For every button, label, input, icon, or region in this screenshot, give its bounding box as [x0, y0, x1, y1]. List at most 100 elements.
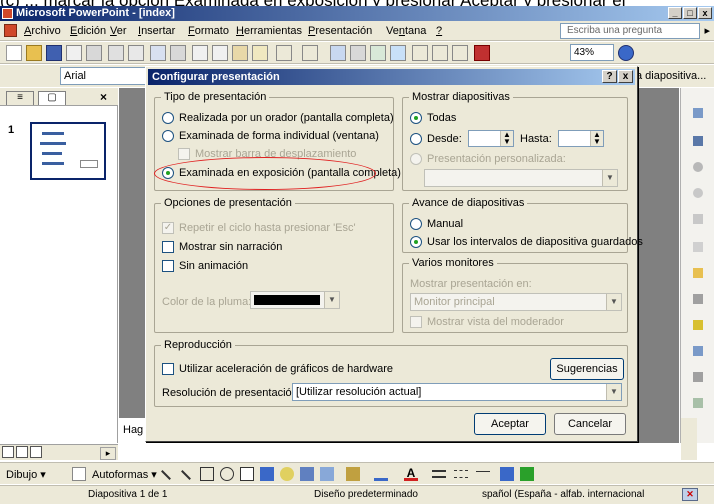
- insert-table-icon[interactable]: [350, 45, 366, 61]
- layout-icon[interactable]: [693, 346, 703, 356]
- undo-icon[interactable]: [276, 45, 292, 61]
- layout-icon[interactable]: [693, 320, 703, 330]
- tab-outline[interactable]: ≡: [6, 91, 34, 105]
- expand-all-icon[interactable]: [412, 45, 428, 61]
- layout-icon[interactable]: [693, 162, 703, 172]
- layout-icon[interactable]: [693, 214, 703, 224]
- checkbox-box[interactable]: [162, 260, 174, 272]
- checkbox-box[interactable]: [162, 363, 174, 375]
- paste-icon[interactable]: [232, 45, 248, 61]
- radio-circle[interactable]: [162, 112, 174, 124]
- radio-circle-selected[interactable]: [162, 167, 174, 179]
- help-question-box[interactable]: Escriba una pregunta: [560, 23, 700, 39]
- dialog-close-button[interactable]: x: [618, 70, 633, 83]
- slideshow-view-icon[interactable]: [30, 446, 42, 458]
- menu-ver[interactable]: Ver: [110, 25, 127, 37]
- menu-ayuda[interactable]: ?: [436, 25, 442, 37]
- radio-circle[interactable]: [410, 153, 422, 165]
- radio-circle[interactable]: [410, 218, 422, 230]
- new-slide-button[interactable]: a diapositiva...: [636, 67, 714, 85]
- layout-icon[interactable]: [693, 294, 703, 304]
- diagram-icon[interactable]: [280, 467, 294, 481]
- show-formatting-icon[interactable]: [432, 45, 448, 61]
- zoom-select[interactable]: 43%: [570, 44, 614, 61]
- arrow-style-icon[interactable]: [476, 471, 490, 479]
- oval-icon[interactable]: [220, 467, 234, 481]
- close-pane-icon[interactable]: ×: [100, 90, 107, 104]
- font-color-icon[interactable]: A: [404, 467, 418, 481]
- menu-insertar[interactable]: Insertar: [138, 25, 175, 37]
- textbox-icon[interactable]: [240, 467, 254, 481]
- layout-icon[interactable]: [693, 188, 703, 198]
- help-icon[interactable]: [618, 45, 634, 61]
- menu-archivo[interactable]: Archivo: [24, 25, 61, 37]
- format-painter-icon[interactable]: [252, 45, 268, 61]
- layout-icon[interactable]: [693, 372, 703, 382]
- custom-show-select[interactable]: ▼: [424, 169, 618, 187]
- chevron-down-icon[interactable]: ▼: [602, 170, 617, 186]
- radio-circle[interactable]: [410, 133, 422, 145]
- menu-herramientas[interactable]: Herramientas: [236, 25, 302, 37]
- dialog-help-button[interactable]: ?: [602, 70, 617, 83]
- layout-icon[interactable]: [693, 268, 703, 278]
- menu-ventana[interactable]: Ventana: [386, 25, 426, 37]
- checkbox-box[interactable]: [162, 241, 174, 253]
- window-titlebar[interactable]: Microsoft PowerPoint - [index] _ □ x: [0, 6, 714, 21]
- permission-icon[interactable]: [66, 45, 82, 61]
- tab-slides[interactable]: ▢: [38, 91, 66, 105]
- maximize-button[interactable]: □: [683, 7, 697, 19]
- autoshapes-menu-button[interactable]: Autoformas ▾: [92, 468, 157, 481]
- checkbox-box-checked[interactable]: ✓: [162, 222, 174, 234]
- pen-color-select[interactable]: ▼: [250, 291, 340, 309]
- layout-icon[interactable]: [693, 136, 703, 146]
- grid-icon[interactable]: [452, 45, 468, 61]
- line-icon[interactable]: [161, 470, 171, 480]
- redo-icon[interactable]: [302, 45, 318, 61]
- preview-icon[interactable]: [128, 45, 144, 61]
- cut-icon[interactable]: [192, 45, 208, 61]
- dash-style-icon[interactable]: [454, 470, 468, 478]
- copy-icon[interactable]: [212, 45, 228, 61]
- picture-icon[interactable]: [320, 467, 334, 481]
- radio-circle-selected[interactable]: [410, 236, 422, 248]
- sorter-view-icon[interactable]: [16, 446, 28, 458]
- layout-icon[interactable]: [693, 108, 703, 118]
- line-color-icon[interactable]: [374, 467, 388, 481]
- from-slide-spinner[interactable]: ▲ ▼: [468, 130, 514, 147]
- radio-circle-selected[interactable]: [410, 112, 422, 124]
- checkbox-box[interactable]: [410, 316, 422, 328]
- chevron-right-icon[interactable]: ▸: [704, 24, 710, 37]
- horizontal-scroll-arrow[interactable]: ▸: [100, 447, 116, 460]
- new-file-icon[interactable]: [6, 45, 22, 61]
- spinner-arrows-icon[interactable]: ▲ ▼: [590, 131, 603, 146]
- clipart-icon[interactable]: [300, 467, 314, 481]
- layout-icon[interactable]: [693, 398, 703, 408]
- email-icon[interactable]: [86, 45, 102, 61]
- menu-formato[interactable]: Formato: [188, 25, 229, 37]
- font-select[interactable]: Arial: [60, 67, 150, 85]
- open-folder-icon[interactable]: [26, 45, 42, 61]
- tables-borders-icon[interactable]: [370, 45, 386, 61]
- close-window-button[interactable]: x: [698, 7, 712, 19]
- draw-menu-button[interactable]: Dibujo ▾: [6, 468, 46, 481]
- arrow-icon[interactable]: [181, 470, 191, 480]
- hyperlink-icon[interactable]: [390, 45, 406, 61]
- monitor-select[interactable]: Monitor principal ▼: [410, 293, 622, 311]
- layout-icon[interactable]: [693, 242, 703, 252]
- minimize-button[interactable]: _: [668, 7, 682, 19]
- normal-view-icon[interactable]: [2, 446, 14, 458]
- resolution-select[interactable]: [Utilizar resolución actual] ▼: [292, 383, 622, 401]
- color-grayscale-icon[interactable]: [474, 45, 490, 61]
- select-objects-icon[interactable]: [72, 467, 86, 481]
- chevron-down-icon[interactable]: ▼: [606, 294, 621, 310]
- research-icon[interactable]: [170, 45, 186, 61]
- chevron-down-icon[interactable]: ▼: [606, 384, 621, 400]
- checkbox-box[interactable]: [178, 148, 190, 160]
- dialog-titlebar[interactable]: Configurar presentación ? x: [148, 69, 635, 85]
- fill-color-icon[interactable]: [346, 467, 360, 481]
- menu-presentacion[interactable]: Presentación: [308, 25, 372, 37]
- line-style-icon[interactable]: [432, 470, 446, 478]
- tips-button[interactable]: Sugerencias: [550, 358, 624, 380]
- chevron-down-icon[interactable]: ▼: [324, 292, 339, 308]
- menu-edicion[interactable]: Edición: [70, 25, 106, 37]
